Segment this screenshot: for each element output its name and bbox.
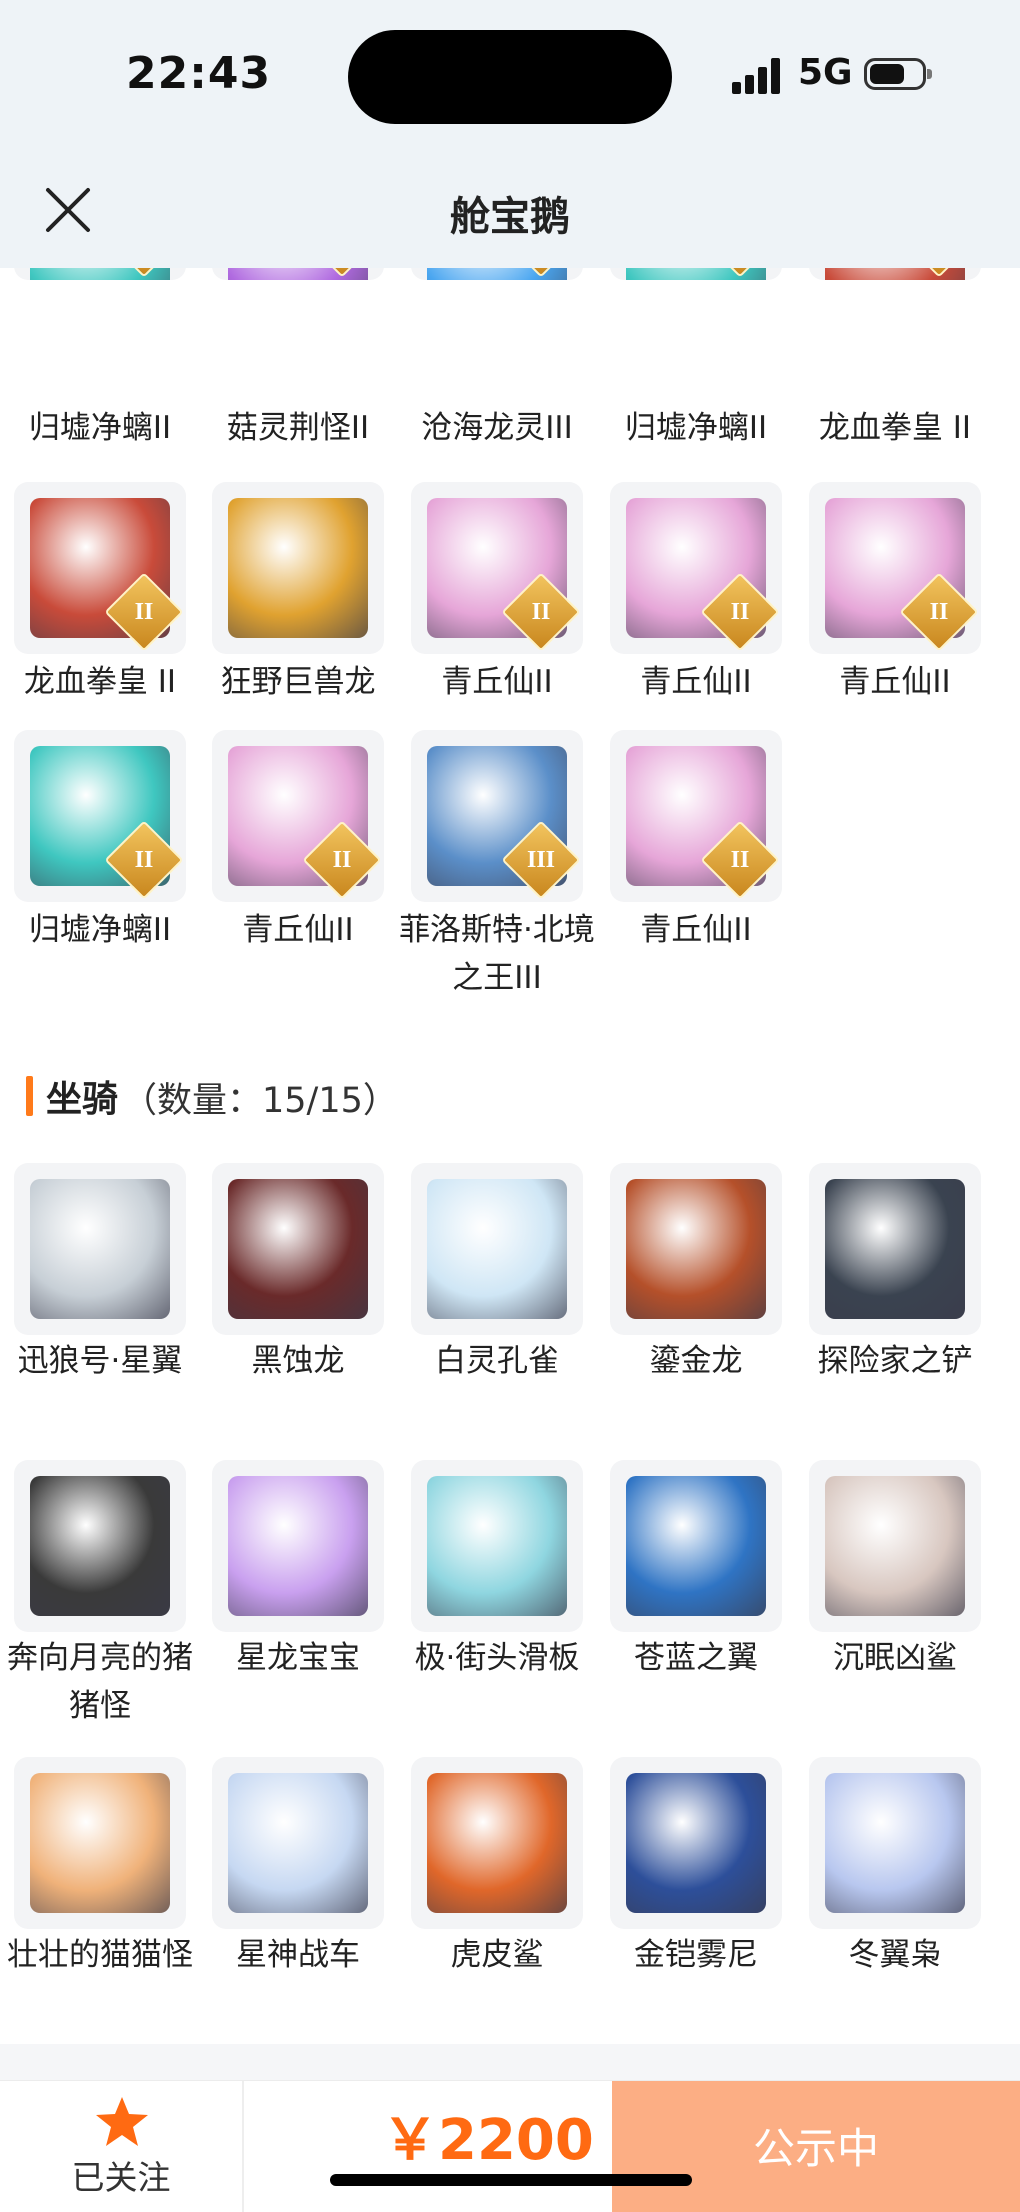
mount-thumb [14,1460,186,1632]
item-image [427,1773,567,1913]
item-image [626,1179,766,1319]
mount-thumb [14,1163,186,1335]
item-name: 星神战车 [236,1937,360,1973]
item-image [825,1773,965,1913]
mount-thumb [411,1163,583,1335]
mount-thumb [212,1757,384,1929]
mount-thumb [809,1757,981,1929]
item-image [427,1179,567,1319]
item-image [228,1179,368,1319]
item-image [30,1476,170,1616]
follow-label: 已关注 [71,2158,171,2197]
mount-thumb [411,1757,583,1929]
item-name: 极·街头滑板 [414,1640,580,1676]
item-image [626,1476,766,1616]
home-indicator [330,2174,692,2186]
item-name: 白灵孔雀 [435,1343,559,1379]
mount-thumb [212,1163,384,1335]
mount-thumb [809,1163,981,1335]
item-image [626,1773,766,1913]
mount-thumb [411,1460,583,1632]
item-name: 沉眠凶鲨 [833,1640,957,1676]
signal-icon [732,58,784,94]
item-name: 壮壮的猫猫怪 [7,1937,193,1973]
mount-thumb [610,1757,782,1929]
publicity-button[interactable]: 公示中 [612,2081,1020,2212]
mount-thumb [212,1460,384,1632]
item-name: 探险家之铲 [817,1343,973,1379]
item-name: 星龙宝宝 [236,1640,360,1676]
divider [0,2044,1020,2080]
item-name: 黑蚀龙 [251,1343,345,1379]
mounts-grid: 迅狼号·星翼 黑蚀龙 白灵孔雀 鎏金龙 探险家之铲奔向月亮的猪猪怪 星龙宝宝 极·街头滑板 苍… [0,0,1020,2040]
item-name: 苍蓝之翼 [634,1640,758,1676]
publicity-label: 公示中 [752,2124,879,2173]
item-name: 虎皮鲨 [450,1937,544,1973]
mount-thumb [610,1163,782,1335]
item-image [228,1773,368,1913]
page-title: 舱宝鹅 [450,194,570,240]
item-image [825,1179,965,1319]
mount-thumb [14,1757,186,1929]
item-image [30,1179,170,1319]
item-name: 奔向月亮的猪猪怪 [7,1640,193,1724]
item-image [228,1476,368,1616]
mount-thumb [610,1460,782,1632]
network-label: 5G [798,52,853,93]
star-icon [96,2097,148,2146]
battery-icon [864,58,932,90]
item-image [427,1476,567,1616]
item-name: 迅狼号·星翼 [17,1343,183,1379]
top-bar: 22:43 5G 舱宝鹅 [0,0,1020,268]
status-time: 22:43 [126,48,272,99]
item-image [825,1476,965,1616]
item-name: 冬翼枭 [848,1937,942,1973]
price-label: ￥2200 [382,2108,594,2173]
bottom-action-bar: 已关注 ￥2200 公示中 [0,2080,1020,2212]
item-image [30,1773,170,1913]
item-name: 金铠雾尼 [634,1937,758,1973]
dynamic-island [348,30,672,124]
mount-thumb [809,1460,981,1632]
follow-button[interactable]: 已关注 [0,2081,244,2212]
item-name: 鎏金龙 [649,1343,743,1379]
